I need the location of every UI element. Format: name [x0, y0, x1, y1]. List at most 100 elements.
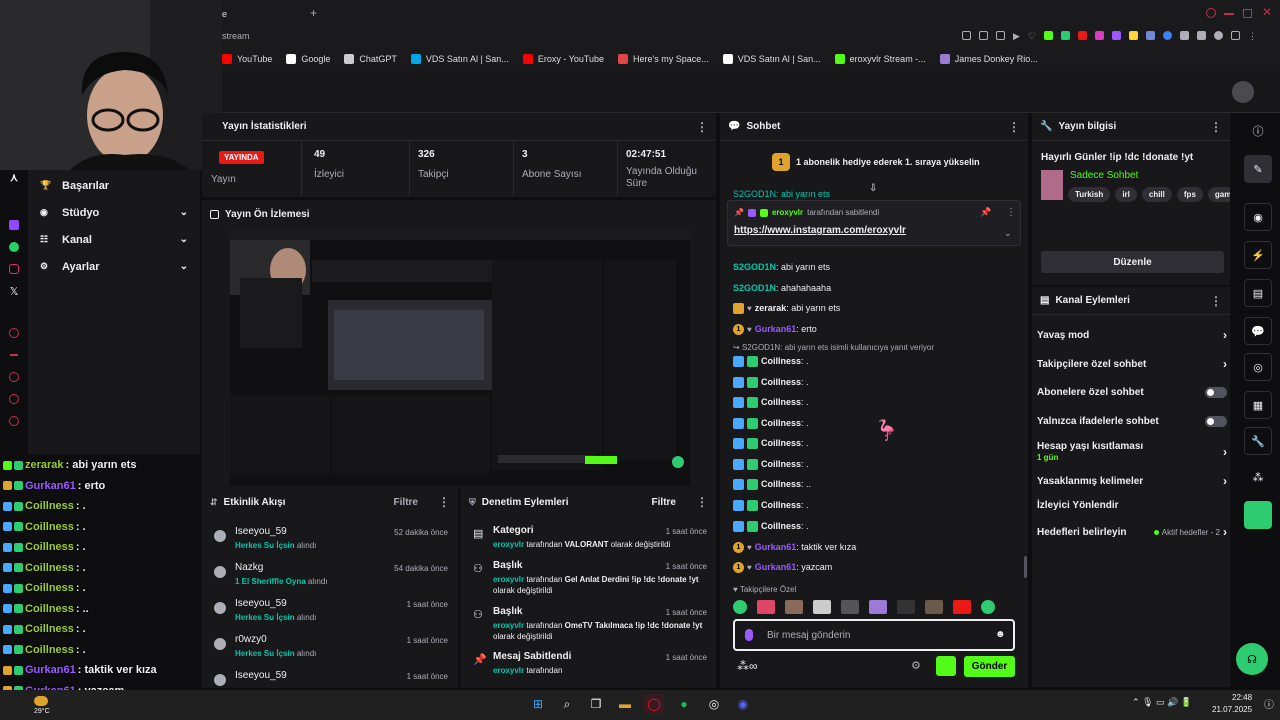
- screenshot-icon[interactable]: [979, 31, 988, 40]
- pinned-message[interactable]: 📌 eroxyvlr tarafından sabitlendi 📌 ⋮ htt…: [727, 200, 1021, 246]
- subs-chat-toggle[interactable]: [1205, 387, 1227, 398]
- close-window-icon[interactable]: ✕: [1262, 5, 1272, 19]
- moderation-menu-icon[interactable]: ⋮: [696, 496, 708, 508]
- emote-2-icon[interactable]: [757, 600, 775, 614]
- bookmark-icon[interactable]: [962, 31, 971, 40]
- stream-tag[interactable]: gamir: [1207, 187, 1230, 202]
- preview-video[interactable]: [230, 230, 690, 486]
- edit-icon[interactable]: ✎: [1244, 155, 1272, 183]
- pinned-link[interactable]: https://www.instagram.com/eroxyvlr: [734, 225, 906, 236]
- chat-message[interactable]: Coillness: .: [733, 395, 809, 409]
- expand-pinned-icon[interactable]: ⌄: [1004, 228, 1012, 239]
- chat-message[interactable]: 1 ♥ Gurkan61: yazcam: [733, 560, 832, 574]
- chat-username[interactable]: Coillness: [761, 521, 801, 531]
- green-app-icon[interactable]: [1244, 501, 1272, 529]
- chat-message[interactable]: Coillness: .: [733, 498, 809, 512]
- moderation-item[interactable]: ⚇ Başlık eroxyvlr tarafından OmeTV Takılma…: [461, 606, 716, 642]
- activity-item[interactable]: Nazkg 1 El Sheriffle Oyna alındı 54 dakika…: [202, 558, 458, 594]
- emote-8-icon[interactable]: [925, 600, 943, 614]
- lightning-icon[interactable]: ⚡: [1244, 241, 1272, 269]
- layout-icon[interactable]: ▦: [1244, 391, 1272, 419]
- chat-message[interactable]: S2GOD1N: abi yarın ets: [733, 260, 830, 274]
- emote-chat-row[interactable]: Yalnızca ifadelerle sohbet: [1037, 416, 1227, 427]
- chat-message[interactable]: Coillness: ..: [733, 477, 811, 491]
- chat-username[interactable]: Coillness: [761, 418, 801, 428]
- extension-1-icon[interactable]: [1044, 31, 1053, 40]
- chat-scrollbar[interactable]: [1024, 556, 1027, 578]
- bookmark-item[interactable]: VDS Satın Al | San...: [722, 54, 821, 64]
- moderation-filter-button[interactable]: Filtre: [652, 497, 676, 508]
- chat-message[interactable]: Coillness: .: [733, 416, 809, 430]
- sidebar-toggle-icon[interactable]: [1231, 31, 1240, 40]
- bookmark-item[interactable]: VDS Satın Al | San...: [410, 54, 509, 64]
- stream-info-menu-icon[interactable]: ⋮: [1210, 121, 1222, 133]
- side-menu-item[interactable]: ⚙ Ayarlar ⌄: [28, 253, 200, 280]
- chat-username[interactable]: Gurkan61: [755, 562, 797, 572]
- camera-icon[interactable]: ◉: [1244, 203, 1272, 231]
- chat-username[interactable]: S2GOD1N: [733, 283, 776, 293]
- alert-icon[interactable]: [0, 322, 28, 344]
- clock-icon[interactable]: [0, 366, 28, 388]
- x-icon[interactable]: 𝕏: [0, 280, 28, 302]
- minimize-icon[interactable]: [1224, 13, 1234, 15]
- discord-icon[interactable]: ◉: [733, 694, 753, 714]
- bookmark-item[interactable]: ChatGPT: [344, 54, 397, 64]
- banned-words-row[interactable]: Yasaklanmış kelimeler ›: [1037, 474, 1227, 488]
- pinned-menu-icon[interactable]: ⋮: [1006, 207, 1016, 218]
- emote-chat-toggle[interactable]: [1205, 416, 1227, 427]
- chat-bubble-icon[interactable]: [0, 388, 28, 410]
- chat-message[interactable]: Coillness: .: [733, 519, 809, 533]
- chat-input[interactable]: Bir mesaj gönderin ☻: [733, 619, 1015, 651]
- broadcast-icon[interactable]: ◎: [1244, 353, 1272, 381]
- send-button[interactable]: Gönder: [964, 656, 1015, 677]
- unpin-icon[interactable]: 📌: [980, 207, 991, 218]
- side-menu-item[interactable]: ☷ Kanal ⌄: [28, 226, 200, 253]
- edit-button[interactable]: Düzenle: [1041, 251, 1224, 273]
- stats-menu-icon[interactable]: ⋮: [696, 121, 708, 133]
- emote-3-icon[interactable]: [785, 600, 803, 614]
- address-text[interactable]: stream: [222, 31, 250, 41]
- chat-input-placeholder[interactable]: Bir mesaj gönderin: [767, 630, 850, 641]
- slow-mode-row[interactable]: Yavaş mod ›: [1037, 328, 1227, 342]
- category-name[interactable]: Sadece Sohbet: [1070, 170, 1138, 181]
- goals-row[interactable]: Hedefleri belirleyin Aktif hedefler - 2 ›: [1037, 525, 1227, 539]
- speech-icon[interactable]: 💬: [1244, 317, 1272, 345]
- chat-username[interactable]: S2GOD1N: [733, 262, 776, 272]
- extension-6-icon[interactable]: [1129, 31, 1138, 40]
- obs-icon[interactable]: ◎: [704, 694, 724, 714]
- bookmark-item[interactable]: Here's my Space...: [618, 54, 709, 64]
- new-tab-icon[interactable]: +: [310, 6, 317, 20]
- opera-icon[interactable]: ◯: [644, 694, 664, 714]
- emote-9-icon[interactable]: [953, 600, 971, 614]
- extension-2-icon[interactable]: [1061, 31, 1070, 40]
- browser-tab-title[interactable]: e: [222, 9, 227, 19]
- points-icon[interactable]: ⁂∞: [737, 659, 758, 673]
- task-view-icon[interactable]: ❐: [586, 694, 606, 714]
- extension-9-icon[interactable]: [1180, 31, 1189, 40]
- activity-item[interactable]: Iseeyou_59 Herkes Su İçsin alındı 1 saat ö…: [202, 594, 458, 630]
- search-icon[interactable]: ⌕: [557, 694, 577, 714]
- notification-icon[interactable]: ⓘ: [1264, 696, 1274, 711]
- bookmark-item[interactable]: YouTube: [222, 54, 272, 64]
- support-icon[interactable]: ☊: [1236, 643, 1268, 675]
- extensions-puzzle-icon[interactable]: [1197, 31, 1206, 40]
- extension-8-icon[interactable]: [1163, 31, 1172, 40]
- bookmark-item[interactable]: eroxyvlr Stream -...: [834, 54, 926, 64]
- info-icon[interactable]: ⓘ: [1244, 117, 1272, 145]
- followers-chat-row[interactable]: Takipçilere özel sohbet ›: [1037, 357, 1227, 371]
- chat-username[interactable]: Coillness: [761, 438, 801, 448]
- weather-icon[interactable]: [34, 696, 48, 706]
- stream-tag[interactable]: irl: [1115, 187, 1137, 202]
- chat-username[interactable]: Coillness: [761, 397, 801, 407]
- emote-7-icon[interactable]: [897, 600, 915, 614]
- file-explorer-icon[interactable]: ▬: [615, 694, 635, 714]
- chat-message[interactable]: Coillness: .: [733, 436, 809, 450]
- subs-chat-row[interactable]: Abonelere özel sohbet: [1037, 387, 1227, 398]
- kick-chat-icon[interactable]: [936, 656, 956, 676]
- emote-6-icon[interactable]: [869, 600, 887, 614]
- avatar[interactable]: [1232, 81, 1254, 103]
- bookmark-item[interactable]: Google: [286, 54, 330, 64]
- activity-item[interactable]: Iseeyou_59 1 saat önce: [202, 666, 458, 688]
- start-icon[interactable]: ⊞: [528, 694, 548, 714]
- emote-4-icon[interactable]: [813, 600, 831, 614]
